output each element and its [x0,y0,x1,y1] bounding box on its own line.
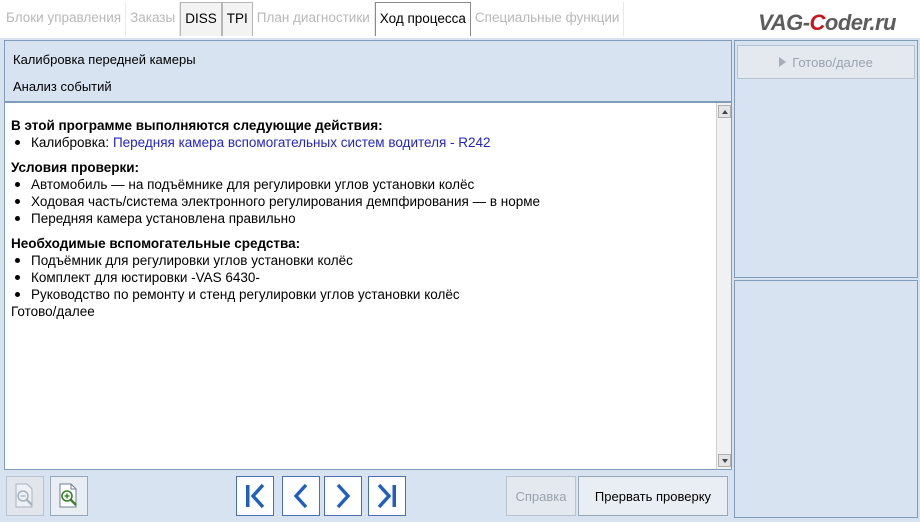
bullet-icon [15,258,20,263]
page-title: Калибровка передней камеры [13,52,196,67]
list-item: Автомобиль — на подъёмнике для регулиров… [11,176,711,193]
done-next-label: Готово/далее [792,54,873,70]
status-text: Готово/далее [11,304,95,319]
section-heading: В этой программе выполняются следующие д… [11,118,383,133]
previous-icon [293,483,308,509]
abort-test-button[interactable]: Прервать проверку [578,476,728,516]
list-item-label: Комплект для юстировки -VAS 6430- [31,270,260,285]
watermark-logo: VAG-Coder.ru [758,10,896,35]
tab-control-units[interactable]: Блоки управления [2,2,127,36]
header-panel: Калибровка передней камеры Анализ событи… [4,40,732,102]
section-heading: Необходимые вспомогательные средства: [11,236,301,251]
first-button[interactable] [236,476,274,516]
list-item: Подъёмник для регулировки углов установк… [11,252,711,269]
right-panel-top: Готово/далее [734,40,918,278]
list-item: Ходовая часть/система электронного регул… [11,193,711,210]
bullet-icon [15,140,20,145]
list-item-label: Подъёмник для регулировки углов установк… [31,253,353,268]
first-page-icon [246,483,265,509]
content-panel[interactable]: В этой программе выполняются следующие д… [4,102,732,470]
list-item-label: Автомобиль — на подъёмнике для регулиров… [31,177,475,192]
scroll-down-icon[interactable] [718,454,731,467]
previous-button[interactable] [282,476,320,516]
list-item-label: Калибровка: [31,135,113,150]
tab-process[interactable]: Ход процесса [374,2,471,36]
tab-orders[interactable]: Заказы [126,2,181,36]
play-icon [779,57,787,67]
bullet-icon [15,216,20,221]
section-heading: Условия проверки: [11,160,139,175]
list-item-label: Руководство по ремонту и стенд регулиров… [31,287,460,302]
next-icon [336,483,351,509]
tab-bar: Блоки управления Заказы DISS TPI План ди… [0,0,920,38]
tab-tpi[interactable]: TPI [221,2,253,36]
camera-link[interactable]: Передняя камера вспомогательных систем в… [113,135,491,150]
tab-diagnostic-plan[interactable]: План диагностики [252,2,375,36]
page-subtitle: Анализ событий [13,79,112,94]
bullet-icon [15,199,20,204]
tab-list: Блоки управления Заказы DISS TPI План ди… [2,2,625,36]
next-button[interactable] [324,476,362,516]
zoom-out-icon [15,483,33,508]
bullet-icon [15,182,20,187]
list-item: Калибровка: Передняя камера вспомогатель… [11,134,711,151]
zoom-in-icon [59,483,77,508]
bullet-icon [15,292,20,297]
last-button[interactable] [368,476,406,516]
last-page-icon [377,483,396,509]
bullet-icon [15,275,20,280]
list-item: Передняя камера установлена правильно [11,210,711,227]
zoom-out-button[interactable] [6,476,44,516]
help-button[interactable]: Справка [506,476,576,516]
list-item: Комплект для юстировки -VAS 6430- [11,269,711,286]
scroll-up-icon[interactable] [718,105,731,118]
bottom-toolbar: Справка Прервать проверку [4,472,732,518]
list-item: Руководство по ремонту и стенд регулиров… [11,286,711,303]
content-text: В этой программе выполняются следующие д… [11,117,711,320]
tab-special-functions[interactable]: Специальные функции [470,2,625,36]
done-next-button[interactable]: Готово/далее [737,45,915,79]
zoom-in-button[interactable] [50,476,88,516]
right-panel-bottom [734,280,918,518]
list-item-label: Ходовая часть/система электронного регул… [31,194,541,209]
list-item-label: Передняя камера установлена правильно [31,211,296,226]
vertical-scrollbar[interactable] [716,103,731,469]
tab-diss[interactable]: DISS [180,2,222,36]
